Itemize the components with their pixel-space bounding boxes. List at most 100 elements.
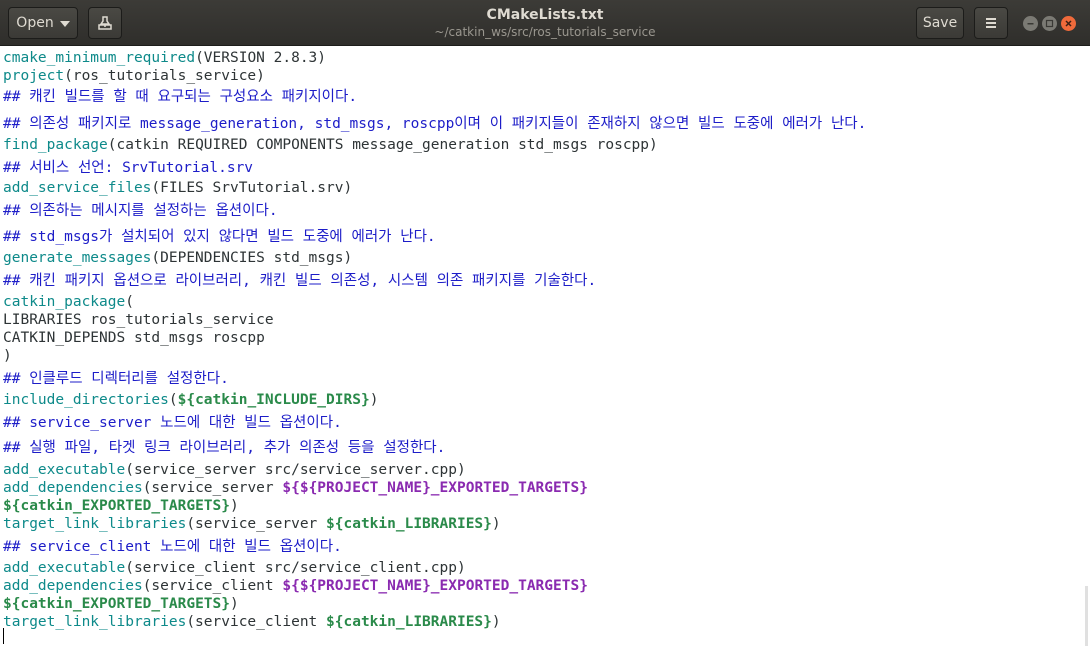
code-text: (catkin REQUIRED COMPONENTS message_gene… <box>107 137 658 153</box>
hamburger-menu-icon <box>986 18 996 28</box>
function-name: generate_messages <box>3 250 152 266</box>
code-line: ${catkin_EXPORTED_TARGETS}) <box>3 497 239 515</box>
header-bar: Open CMakeLists.txt ~/catkin_ws/src/ros_… <box>0 0 1090 46</box>
open-button[interactable]: Open <box>8 7 78 39</box>
window-title: CMakeLists.txt <box>486 7 604 23</box>
code-line: add_executable(service_client src/servic… <box>3 559 466 577</box>
variable-ref: catkin_LIBRARIES <box>343 516 484 532</box>
comment-text: ## 의존하는 메시지를 설정하는 옵션이다. <box>3 203 278 219</box>
close-button[interactable] <box>1061 16 1076 31</box>
code-line: generate_messages(DEPENDENCIES std_msgs) <box>3 249 352 267</box>
maximize-button[interactable] <box>1042 16 1057 31</box>
code-text: ( <box>168 392 178 408</box>
variable-ref: catkin_EXPORTED_TARGETS <box>20 498 222 514</box>
variable-ref: ${ <box>3 596 21 612</box>
comment-text: ## 캐킨 패키지 옵션으로 라이브러리, 캐킨 빌드 의존성, 시스템 의존 … <box>3 273 597 289</box>
code-line: add_dependencies(service_server ${${PROJ… <box>3 479 588 497</box>
minimize-button[interactable] <box>1023 16 1038 31</box>
function-name: project <box>3 68 65 84</box>
code-text: CATKIN_DEPENDS std_msgs roscpp <box>3 330 265 346</box>
variable-ref: catkin_LIBRARIES <box>343 614 484 630</box>
function-name: add_executable <box>3 560 126 576</box>
code-line: ## 캐킨 패키지 옵션으로 라이브러리, 캐킨 빌드 의존성, 시스템 의존 … <box>3 272 596 290</box>
code-line: project(ros_tutorials_service) <box>3 67 265 85</box>
code-text: (DEPENDENCIES std_msgs) <box>151 250 353 266</box>
project-variable-ref: }_EXPORTED_TARGETS} <box>422 480 588 496</box>
code-line: catkin_package( <box>3 293 134 311</box>
comment-text: ## service_client 노드에 대한 빌드 옵션이다. <box>3 539 342 555</box>
project-variable-ref: ${${ <box>282 480 318 496</box>
code-text: (ros_tutorials_service) <box>64 68 265 84</box>
code-text: (VERSION 2.8.3) <box>195 50 327 66</box>
function-name: add_dependencies <box>3 480 143 496</box>
code-line: add_service_files(FILES SrvTutorial.srv) <box>3 179 352 197</box>
code-line: ## service_client 노드에 대한 빌드 옵션이다. <box>3 538 342 556</box>
variable-ref: ${ <box>177 392 196 408</box>
comment-text: ## 실행 파일, 타겟 링크 라이브러리, 추가 의존성 등을 설정한다. <box>3 440 446 456</box>
code-text: ) <box>230 596 239 612</box>
save-button[interactable]: Save <box>916 7 964 39</box>
gedit-window: Open CMakeLists.txt ~/catkin_ws/src/ros_… <box>0 0 1090 649</box>
project-variable-ref: PROJECT_NAME <box>317 578 423 594</box>
code-line: add_executable(service_server src/servic… <box>3 461 466 479</box>
variable-ref: ${ <box>3 498 21 514</box>
code-line: target_link_libraries(service_server ${c… <box>3 515 501 533</box>
project-variable-ref: PROJECT_NAME <box>317 480 423 496</box>
variable-ref: ${ <box>326 614 344 630</box>
function-name: cmake_minimum_required <box>3 50 196 66</box>
comment-text: ## 서비스 선언: SrvTutorial.srv <box>3 160 254 176</box>
code-line: LIBRARIES ros_tutorials_service <box>3 311 274 329</box>
text-editor-area[interactable]: cmake_minimum_required(VERSION 2.8.3) pro… <box>0 46 1090 649</box>
function-name: catkin_package <box>3 294 126 310</box>
scrollbar[interactable] <box>1085 586 1088 646</box>
variable-ref: catkin_INCLUDE_DIRS <box>195 392 361 408</box>
variable-ref: } <box>483 516 492 532</box>
code-text: (service_server src/service_server.cpp) <box>125 462 466 478</box>
code-line: ## 의존성 패키지로 message_generation, std_msgs… <box>3 115 866 133</box>
new-tab-button[interactable] <box>88 7 122 39</box>
code-line: CATKIN_DEPENDS std_msgs roscpp <box>3 329 265 347</box>
code-line: ) <box>3 347 12 365</box>
function-name: target_link_libraries <box>3 516 187 532</box>
code-line: find_package(catkin REQUIRED COMPONENTS … <box>3 136 658 154</box>
code-text: ( <box>125 294 134 310</box>
code-line: ## 의존하는 메시지를 설정하는 옵션이다. <box>3 202 278 220</box>
variable-ref: } <box>221 498 230 514</box>
maximize-icon <box>1045 19 1054 28</box>
code-line: ## 캐킨 빌드를 할 때 요구되는 구성요소 패키지이다. <box>3 88 357 106</box>
open-button-label: Open <box>16 15 54 31</box>
comment-text: ## service_server 노드에 대한 빌드 옵션이다. <box>3 415 342 431</box>
code-text: ) <box>230 498 239 514</box>
code-line: ## 서비스 선언: SrvTutorial.srv <box>3 159 253 177</box>
code-text: (FILES SrvTutorial.srv) <box>151 180 353 196</box>
code-text: LIBRARIES ros_tutorials_service <box>3 312 274 328</box>
comment-text: ## 캐킨 빌드를 할 때 요구되는 구성요소 패키지이다. <box>3 89 358 105</box>
code-text: ) <box>491 516 501 532</box>
code-text: ) <box>491 614 501 630</box>
code-line: ## 인클루드 디렉터리를 설정한다. <box>3 370 229 388</box>
variable-ref: } <box>360 392 370 408</box>
close-icon <box>1065 20 1072 27</box>
code-text: ) <box>3 348 12 364</box>
variable-ref: catkin_EXPORTED_TARGETS <box>20 596 222 612</box>
code-line: ## service_server 노드에 대한 빌드 옵션이다. <box>3 414 342 432</box>
code-text: (service_client <box>186 614 327 630</box>
code-line: ## 실행 파일, 타겟 링크 라이브러리, 추가 의존성 등을 설정한다. <box>3 439 445 457</box>
menu-button[interactable] <box>974 7 1008 39</box>
project-variable-ref: ${${ <box>282 578 318 594</box>
code-line: include_directories(${catkin_INCLUDE_DIR… <box>3 391 378 409</box>
code-text: (service_client src/service_client.cpp) <box>125 560 466 576</box>
function-name: find_package <box>3 137 108 153</box>
variable-ref: } <box>483 614 492 630</box>
code-line: target_link_libraries(service_client ${c… <box>3 613 501 631</box>
window-title-block: CMakeLists.txt ~/catkin_ws/src/ros_tutor… <box>340 6 750 40</box>
save-button-label: Save <box>922 15 958 31</box>
code-text: (service_server <box>186 516 327 532</box>
code-line: cmake_minimum_required(VERSION 2.8.3) <box>3 49 326 67</box>
code-line: ${catkin_EXPORTED_TARGETS}) <box>3 595 239 613</box>
code-text: ) <box>369 392 379 408</box>
comment-text: ## 인클루드 디렉터리를 설정한다. <box>3 371 229 387</box>
project-variable-ref: }_EXPORTED_TARGETS} <box>422 578 588 594</box>
code-line: add_dependencies(service_client ${${PROJ… <box>3 577 588 595</box>
pin-icon <box>98 16 112 30</box>
